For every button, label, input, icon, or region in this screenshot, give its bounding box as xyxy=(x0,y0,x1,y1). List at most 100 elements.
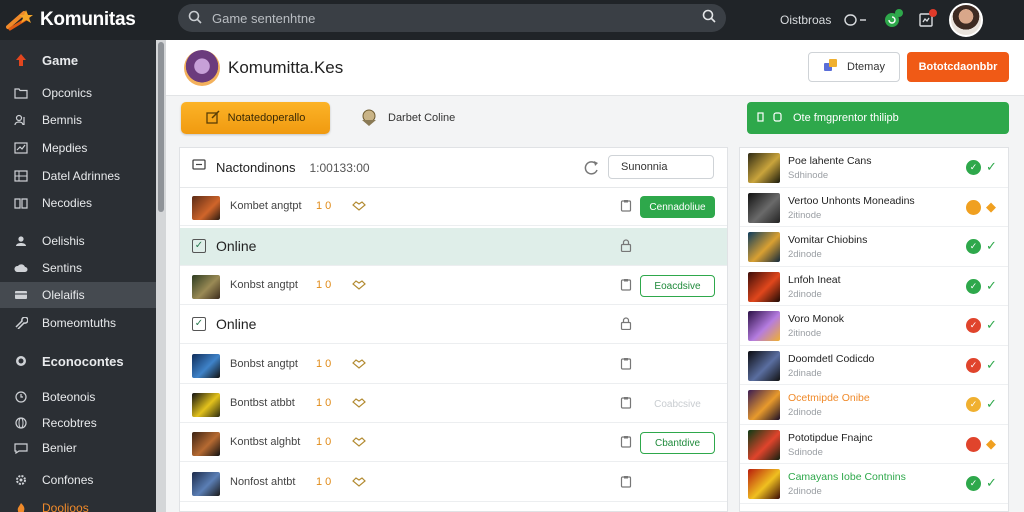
clipboard-icon[interactable] xyxy=(620,199,632,215)
folder-icon xyxy=(14,86,28,100)
action-icon[interactable]: ✓ xyxy=(986,278,997,294)
search-bar[interactable] xyxy=(178,4,726,32)
sidebar-item[interactable]: Bemnis xyxy=(0,107,156,133)
table-row[interactable]: Bontbst atbbt 1 0 Coabcsive xyxy=(180,385,727,423)
clipboard-icon[interactable] xyxy=(620,278,632,294)
yellow-action-button[interactable]: Notatedoperallo xyxy=(181,102,330,134)
filter-input[interactable] xyxy=(608,155,714,179)
secondary-button[interactable]: Dtemay xyxy=(808,52,900,82)
clipboard-icon[interactable] xyxy=(620,396,632,412)
action-icon[interactable]: ◆ xyxy=(986,436,996,452)
table-row[interactable]: Bonbst angtpt 1 0 xyxy=(180,346,727,384)
game-list-item[interactable]: Voro Monok 2itinode ✓ ✓ xyxy=(740,306,1008,346)
sidebar-item[interactable]: Datel Adrinnes xyxy=(0,163,156,189)
sidebar-item[interactable]: Doolioos xyxy=(0,495,156,512)
sidebar-scrollbar[interactable] xyxy=(156,40,166,512)
game-thumbnail xyxy=(748,153,780,183)
sidebar-item-label: Sentins xyxy=(42,261,83,275)
notification-icon[interactable] xyxy=(881,9,904,31)
search-submit-icon[interactable] xyxy=(702,9,716,28)
lock-icon[interactable] xyxy=(620,239,632,255)
action-icon[interactable]: ✓ xyxy=(986,238,997,254)
sidebar-item[interactable]: Recobtres xyxy=(0,410,156,436)
action-icon[interactable]: ✓ xyxy=(986,317,997,333)
table-row[interactable]: Nonfost ahtbt 1 0 xyxy=(180,464,727,502)
app-title: Komunitas xyxy=(40,9,136,30)
game-list-item[interactable]: Pototipdue Fnajnc Sdinode ◆ xyxy=(740,425,1008,464)
toggle-icon[interactable] xyxy=(843,9,869,31)
clipboard-icon[interactable] xyxy=(620,357,632,373)
sidebar-item[interactable]: Bomeomtuths xyxy=(0,310,156,336)
sidebar-item[interactable]: Boteonois xyxy=(0,384,156,410)
game-list-item[interactable]: Vertoo Unhonts Moneadins 2itinode ◆ xyxy=(740,188,1008,227)
row-count: 1 0 xyxy=(316,279,332,291)
top-link[interactable]: Oistbroas xyxy=(780,13,831,27)
sidebar-item-label: Recobtres xyxy=(42,416,97,430)
checkbox-icon[interactable]: ✓ xyxy=(192,317,206,331)
table-row[interactable]: Kombet angtpt 1 0 Cennadoliue xyxy=(180,188,727,226)
lock-icon[interactable] xyxy=(620,317,632,333)
sidebar-item[interactable]: Necodies xyxy=(0,190,156,216)
app-logo[interactable]: Komunitas xyxy=(0,0,160,40)
coin-icon xyxy=(14,354,28,368)
game-list-item[interactable]: Doomdetl Codicdo 2dinade ✓ ✓ xyxy=(740,346,1008,385)
flame-icon xyxy=(14,501,28,512)
green-action-button[interactable]: Ote fmgprentor thilipb xyxy=(747,102,1009,134)
game-list-item[interactable]: Vomitar Chiobins 2dinode ✓ ✓ xyxy=(740,227,1008,267)
status-pill[interactable]: Coabcsive xyxy=(640,393,715,415)
search-input[interactable] xyxy=(212,10,692,26)
sidebar-item[interactable]: Benier xyxy=(0,435,156,461)
game-title: Poe lahente Cans xyxy=(788,155,872,167)
game-thumbnail xyxy=(748,232,780,262)
refresh-icon[interactable] xyxy=(582,158,602,178)
game-subtitle: 2itinode xyxy=(788,209,822,221)
bookmark-icon[interactable] xyxy=(915,9,938,31)
action-icon[interactable]: ✓ xyxy=(986,396,997,412)
status-pill[interactable]: Cbantdive xyxy=(640,432,715,454)
sidebar-item[interactable]: Oelishis xyxy=(0,228,156,254)
status-icon: ✓ xyxy=(966,397,981,412)
status-icon xyxy=(966,199,981,215)
action-icon[interactable]: ✓ xyxy=(986,475,997,491)
action-icon[interactable]: ◆ xyxy=(986,199,996,215)
sidebar-item[interactable]: Confones xyxy=(0,467,156,493)
action-icon[interactable]: ✓ xyxy=(986,357,997,373)
sidebar-item[interactable]: Olelaifis xyxy=(0,282,156,308)
table-row[interactable]: Kontbst alghbt 1 0 Cbantdive xyxy=(180,424,727,462)
sidebar-item-label: Confones xyxy=(42,473,94,487)
game-list-item[interactable]: Lnfoh Ineat 2dinode ✓ ✓ xyxy=(740,267,1008,306)
scroll-thumb[interactable] xyxy=(158,42,164,212)
row-name: Bontbst atbbt xyxy=(230,397,295,409)
sidebar-item-label: Doolioos xyxy=(42,501,89,512)
wrench-icon xyxy=(14,316,28,330)
online-link[interactable]: Darbet Coline xyxy=(358,106,455,130)
action-icon[interactable]: ✓ xyxy=(986,159,997,175)
list-section[interactable]: ✓ Online xyxy=(180,306,727,344)
table-row[interactable]: Konbst angtpt 1 0 Eoacdsive xyxy=(180,267,727,305)
list-timestamp: 1:00133:00 xyxy=(309,160,370,175)
game-thumbnail xyxy=(748,350,780,381)
profile-avatar[interactable] xyxy=(184,50,220,86)
game-list-item[interactable]: Camayans Iobe Contnins 2dinode ✓ ✓ xyxy=(740,464,1008,504)
alert-dot xyxy=(929,9,938,17)
clipboard-icon[interactable] xyxy=(620,435,632,451)
sidebar-item[interactable]: Econocontes xyxy=(0,348,156,374)
clipboard-icon[interactable] xyxy=(620,475,632,491)
checkbox-icon[interactable]: ✓ xyxy=(192,239,206,253)
game-title: Ocetmipde Onibe xyxy=(788,392,870,404)
sidebar-item[interactable]: Game xyxy=(0,47,156,73)
status-pill[interactable]: Cennadoliue xyxy=(640,196,715,218)
sidebar-item[interactable]: Sentins xyxy=(0,255,156,281)
game-subtitle: Sdhinode xyxy=(788,170,829,181)
sidebar-item[interactable]: Opconics xyxy=(0,80,156,106)
sidebar-item[interactable]: Mepdies xyxy=(0,135,156,161)
game-list-item[interactable]: Ocetmipde Onibe 2dinode ✓ ✓ xyxy=(740,385,1008,425)
status-pill[interactable]: Eoacdsive xyxy=(640,275,715,297)
row-count: 1 0 xyxy=(316,200,332,212)
list-section[interactable]: ✓ Online xyxy=(180,228,727,266)
game-title: Camayans Iobe Contnins xyxy=(788,471,906,483)
user-avatar[interactable] xyxy=(949,3,984,37)
primary-button[interactable]: Bototcdaonbbr xyxy=(907,52,1009,82)
card-icon xyxy=(14,288,28,302)
game-list-item[interactable]: Poe lahente Cans Sdhinode ✓ ✓ xyxy=(740,148,1008,188)
